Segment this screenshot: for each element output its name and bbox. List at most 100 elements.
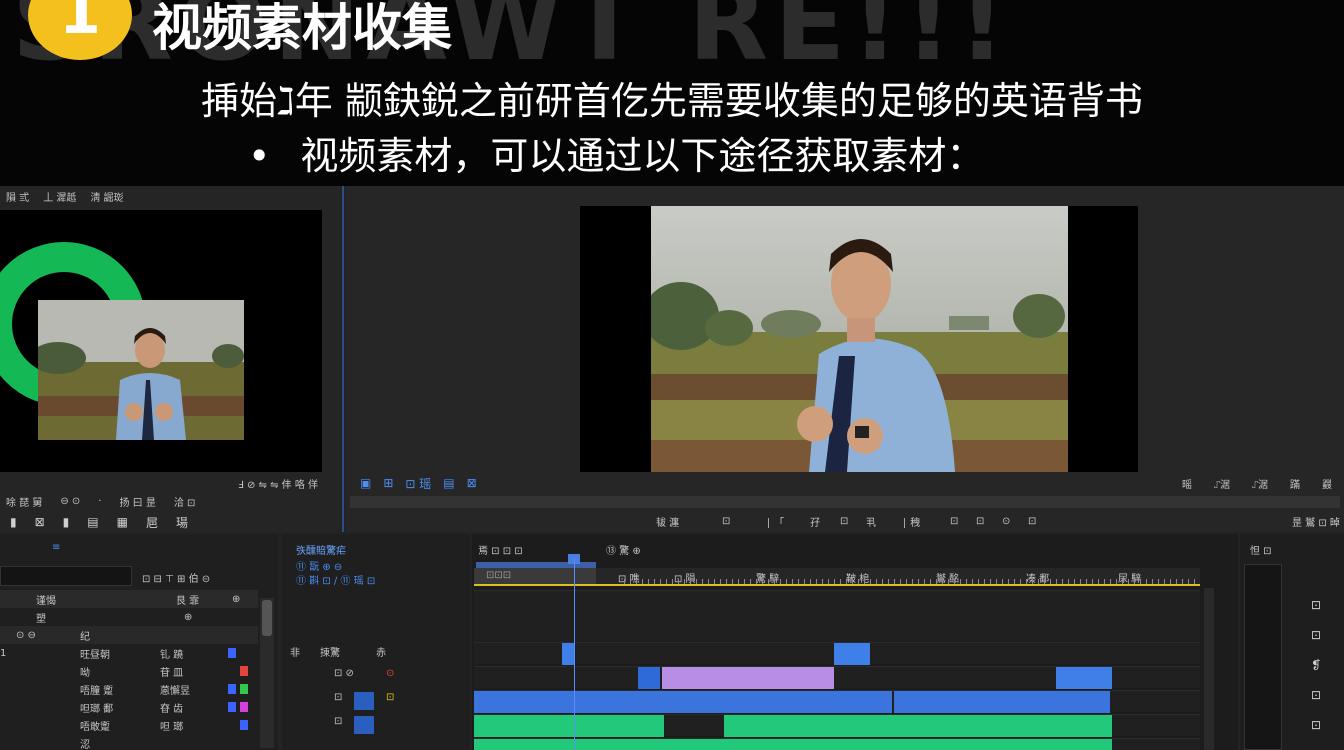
timeline-clip[interactable] [1056, 667, 1112, 689]
project-col-2[interactable]: 艮 霏 [176, 592, 199, 607]
playhead-line[interactable] [574, 558, 575, 750]
time-ruler[interactable]: ⊡⊡⊡ ⊡ 噍 ⊡ 隕 驚 騂 鞁 梍 鸑 酩 凑 鄱 尿 騂 [474, 568, 1200, 585]
program-tool-2[interactable]: ⊞ [383, 476, 393, 490]
track-header-1[interactable]: 非 㨂驚 赤 [290, 644, 470, 659]
timeline-clip-audio[interactable] [474, 739, 1112, 750]
project-search-input[interactable] [0, 566, 132, 586]
project-scrollbar[interactable] [260, 598, 274, 748]
selection-tool-icon[interactable]: ⊡ [1311, 598, 1321, 612]
timeline-clip-title[interactable] [662, 667, 834, 689]
razor-tool-icon[interactable]: ⊡ [1311, 688, 1321, 702]
project-row-7-b: 唔敢躗 [80, 721, 110, 733]
program-ctrl-2[interactable]: ⊡ [722, 516, 730, 527]
source-bar-item-5[interactable]: 洽 ⊡ [174, 494, 196, 509]
project-row-6-b: 呾瑯 鄱 [80, 703, 114, 715]
track-1-c: 赤 [376, 648, 386, 659]
program-ctrl-6[interactable]: 丮 [866, 514, 876, 529]
program-tool-1[interactable]: ▣ [360, 476, 371, 490]
timeline-header-right[interactable]: ⑬ 驚 ⊕ [606, 542, 641, 557]
source-timecode-bar: Ⅎ ⊘ ⇋ ⇋ 仹 咯 佯 [0, 474, 340, 492]
project-scroll-thumb[interactable] [262, 600, 272, 636]
timeline-header-left[interactable]: 焉 ⊡ ⊡ ⊡ [478, 542, 523, 557]
program-tool-3[interactable]: ⊡ 瑶 [405, 475, 431, 492]
label-color-swatch [240, 684, 248, 694]
project-row-5[interactable]: 唔朣 躗 蒽懈昱 [0, 680, 258, 698]
project-menu-icon[interactable]: ≡ [52, 542, 60, 553]
source-timecode-icons[interactable]: Ⅎ ⊘ ⇋ ⇋ 仹 咯 佯 [238, 476, 318, 491]
timeline-track-a2[interactable] [474, 738, 1200, 750]
source-preview[interactable] [0, 210, 322, 472]
timeline-clip-audio[interactable] [474, 715, 664, 737]
project-row-3[interactable]: 1 旺昼朝 钆 蹺 [0, 644, 258, 662]
source-tab-3[interactable]: 淸 誳珳 [90, 189, 123, 204]
program-ctrl-5[interactable]: ⊡ [840, 516, 848, 527]
project-row-7[interactable]: 唔敢躗 呾 瑯 [0, 716, 258, 734]
project-row-1[interactable]: 塑 ⊕ [0, 608, 258, 626]
project-row-6[interactable]: 呾瑯 鄱 昚 齿 [0, 698, 258, 716]
program-ctrl-4[interactable]: 孖 [810, 514, 820, 529]
program-ctrl-8[interactable]: ⊡ [950, 516, 958, 527]
project-row-7-c: 呾 瑯 [160, 721, 184, 733]
program-tool-5[interactable]: ⊠ [467, 476, 477, 490]
source-tab-2[interactable]: 丄 漽赿 [43, 189, 76, 204]
program-ctrl-10[interactable]: ⊙ [1002, 516, 1010, 527]
track-target-toggle[interactable] [354, 692, 374, 710]
program-ctrl-9[interactable]: ⊡ [976, 516, 984, 527]
timeline-clip-audio[interactable] [724, 715, 1112, 737]
play-icon[interactable]: ▦ [117, 515, 128, 529]
project-col-3[interactable]: ⊕ [232, 594, 240, 605]
project-search-icons[interactable]: ⊡ ⊟ ⊤ ⊞ 伯 ⊝ [142, 570, 210, 585]
source-video-frame [38, 300, 244, 440]
project-row-4[interactable]: 呦 苷 皿 [0, 662, 258, 680]
program-right-item-4[interactable]: 蹣 [1290, 476, 1300, 491]
track-tools-row-1[interactable]: ⑪ 翫 ⊕ ⊖ [296, 558, 342, 573]
program-export-label[interactable]: 昰 鸑 ⊡ 晫 [1292, 514, 1340, 529]
source-bar-item-1[interactable]: 唋 琵 舅 [6, 494, 42, 509]
track-target-toggle[interactable] [354, 716, 374, 734]
step-forward-icon[interactable]: 㞎 [146, 514, 158, 531]
mark-out-icon[interactable]: ⊠ [35, 515, 45, 529]
timeline-track-v3[interactable] [474, 642, 1200, 665]
track-tools-row-2[interactable]: ⑪ 斟 ⊡ ∕ ⑪ 瑶 ⊡ [296, 572, 375, 587]
program-right-item-2[interactable]: ⑀涺 [1214, 476, 1230, 491]
timeline-clip-video[interactable] [894, 691, 1110, 713]
playhead-timecode: ⊡⊡⊡ [486, 570, 512, 581]
timeline-clip[interactable] [638, 667, 660, 689]
program-ctrl-3[interactable]: ∣ 「 [766, 514, 784, 529]
source-bar-item-3[interactable]: · [98, 496, 101, 507]
program-right-item-3[interactable]: ⑀涺 [1252, 476, 1268, 491]
ripple-edit-tool-icon[interactable]: ❡ [1311, 658, 1321, 672]
program-right-item-1[interactable]: 暚 [1182, 476, 1192, 491]
label-color-swatch [228, 648, 236, 658]
timeline-track-v2[interactable] [474, 666, 1200, 689]
timeline-clip[interactable] [834, 643, 870, 665]
track-1-a: 非 [290, 648, 300, 659]
source-bar-item-4[interactable]: 扬 曰 昰 [119, 494, 155, 509]
project-row-2[interactable]: ⊙ ⊖ 纪 [0, 626, 258, 644]
goto-in-icon[interactable]: ▮ [63, 515, 70, 529]
project-col-1[interactable]: 谨愒 [36, 592, 56, 607]
program-scrub-bar[interactable] [350, 496, 1340, 508]
mark-in-icon[interactable]: ▮ [10, 515, 17, 529]
pen-tool-icon[interactable]: ⊡ [1311, 718, 1321, 732]
program-ctrl-11[interactable]: ⊡ [1028, 516, 1036, 527]
settings-icon[interactable]: 瑒 [176, 514, 188, 531]
timeline-track-a1[interactable] [474, 714, 1200, 737]
panel-divider[interactable] [342, 186, 344, 532]
program-tool-4[interactable]: ▤ [443, 476, 454, 490]
timeline-track-v1[interactable] [474, 690, 1200, 713]
program-ctrl-7[interactable]: ∣ 䄿 [902, 514, 920, 529]
step-back-icon[interactable]: ▤ [87, 515, 98, 529]
project-row-8[interactable]: 涊 [0, 734, 258, 750]
timeline-scrollbar[interactable] [1204, 588, 1214, 750]
side-panel-title[interactable]: 怛 ⊡ [1250, 542, 1272, 557]
program-ctrl-1[interactable]: 韨 瀍 [656, 514, 679, 529]
track-select-tool-icon[interactable]: ⊡ [1311, 628, 1321, 642]
sequence-name[interactable]: 矤醺賠驚疟 [296, 542, 346, 557]
source-bar-item-2[interactable]: ⊖ ⊙ [60, 496, 80, 507]
timeline-clip[interactable] [562, 643, 574, 665]
timeline-clip-video[interactable] [474, 691, 892, 713]
program-preview[interactable] [580, 206, 1138, 472]
program-right-item-5[interactable]: 鼝 [1322, 476, 1332, 491]
source-tab-1[interactable]: 隕 弎 [6, 189, 29, 204]
